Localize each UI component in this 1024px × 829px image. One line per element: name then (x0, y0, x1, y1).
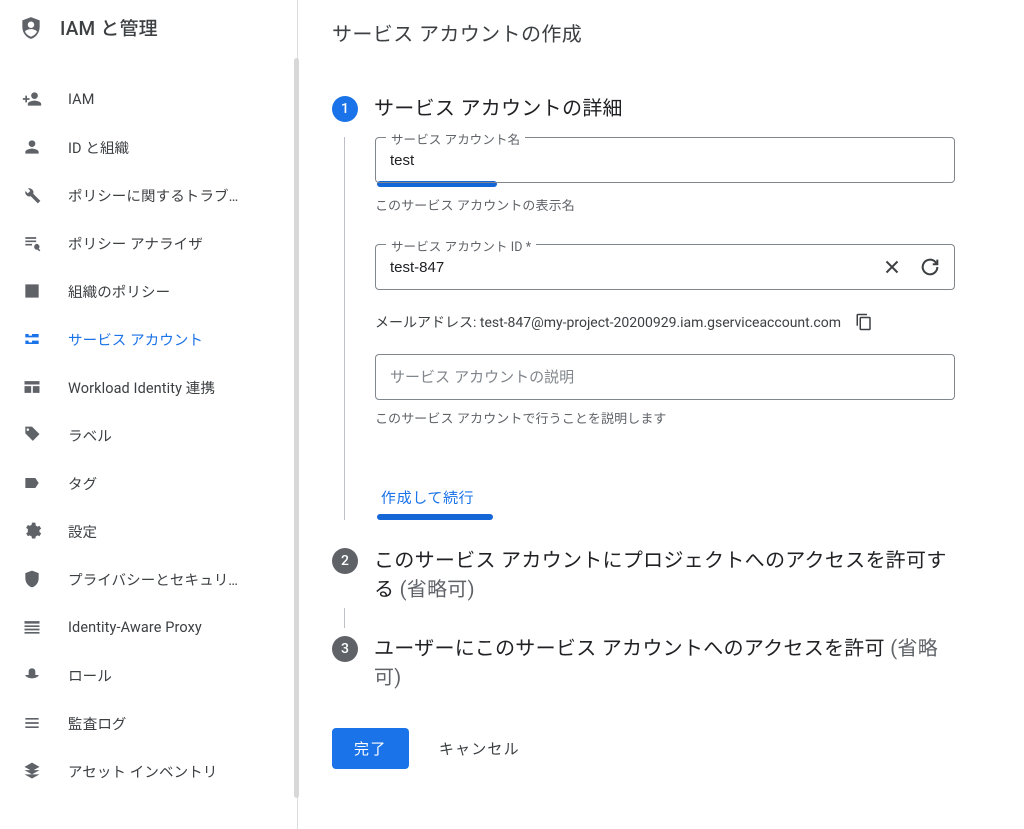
account-id-input-wrap[interactable]: サービス アカウント ID * (375, 244, 955, 290)
field-account-desc: このサービス アカウントで行うことを説明します (375, 354, 1024, 427)
tag-icon (20, 423, 44, 447)
field-account-id: サービス アカウント ID * メー (375, 244, 1024, 332)
account-name-label: サービス アカウント名 (386, 129, 525, 148)
step-3-badge: 3 (332, 636, 358, 662)
nav-label: 組織のポリシー (68, 281, 170, 302)
iam-shield-icon (18, 15, 44, 41)
list-icon (20, 711, 44, 735)
add-person-icon (20, 87, 44, 111)
shield-icon (20, 567, 44, 591)
person-icon (20, 135, 44, 159)
nav-item-privacy-security[interactable]: プライバシーとセキュリ… (0, 555, 297, 603)
main: サービス アカウントの作成 1 サービス アカウントの詳細 サービス アカウント… (298, 0, 1024, 829)
sidebar-scrollbar[interactable] (294, 58, 299, 798)
account-id-actions (880, 255, 942, 279)
refresh-icon[interactable] (918, 255, 942, 279)
nav-label: ラベル (68, 425, 112, 446)
account-name-input[interactable] (388, 151, 942, 170)
create-continue-button[interactable]: 作成して続行 (377, 479, 478, 516)
nav-item-identity-org[interactable]: ID と組織 (0, 123, 297, 171)
step-1-header: 1 サービス アカウントの詳細 (332, 94, 1024, 123)
nav-label: プライバシーとセキュリ… (68, 569, 238, 590)
nav-item-org-policy[interactable]: 組織のポリシー (0, 267, 297, 315)
clear-icon[interactable] (880, 255, 904, 279)
nav-label: ポリシー アナライザ (68, 233, 203, 254)
gear-icon (20, 519, 44, 543)
nav-label: サービス アカウント (68, 329, 203, 350)
nav-label: ID と組織 (68, 137, 129, 158)
account-name-helper: このサービス アカウントの表示名 (375, 195, 1024, 214)
service-account-icon (20, 327, 44, 351)
nav-item-tags[interactable]: タグ (0, 459, 297, 507)
account-desc-input-wrap[interactable] (375, 354, 955, 400)
bookmark-tag-icon (20, 471, 44, 495)
account-id-input[interactable] (388, 258, 872, 277)
nav-label: Workload Identity 連携 (68, 377, 215, 398)
page-title: サービス アカウントの作成 (298, 0, 1024, 66)
nav-label: アセット インベントリ (68, 761, 217, 782)
product-title-row: IAM と管理 (0, 0, 297, 59)
form-actions: 完了 キャンセル (332, 728, 1024, 769)
step-1-content: サービス アカウント名 このサービス アカウントの表示名 サービス アカウント … (344, 137, 1024, 520)
sidebar: IAM と管理 IAM ID と組織 ポリシーに関するトラブ… (0, 0, 298, 829)
nav-item-labels[interactable]: ラベル (0, 411, 297, 459)
document-icon (20, 279, 44, 303)
main-body: 1 サービス アカウントの詳細 サービス アカウント名 このサービス アカウント… (298, 66, 1024, 829)
step-connector (344, 608, 1024, 628)
step-1-badge: 1 (332, 96, 358, 122)
account-name-input-wrap[interactable]: サービス アカウント名 (375, 137, 955, 183)
email-value: test-847@my-project-20200929.iam.gservic… (480, 315, 841, 331)
nav-item-policy-analyzer[interactable]: ポリシー アナライザ (0, 219, 297, 267)
nav-item-policy-trouble[interactable]: ポリシーに関するトラブ… (0, 171, 297, 219)
step-3-title: ユーザーにこのサービス アカウントへのアクセスを許可 (省略可) (374, 634, 954, 692)
wrench-icon (20, 183, 44, 207)
cancel-button[interactable]: キャンセル (433, 737, 526, 760)
email-row: メールアドレス: test-847@my-project-20200929.ia… (375, 312, 1024, 332)
nav-item-roles[interactable]: ロール (0, 651, 297, 699)
iap-icon (20, 615, 44, 639)
nav-item-iap[interactable]: Identity-Aware Proxy (0, 603, 297, 651)
nav-item-audit-logs[interactable]: 監査ログ (0, 699, 297, 747)
nav-label: ロール (68, 665, 112, 686)
step-2-title: このサービス アカウントにプロジェクトへのアクセスを許可する (省略可) (374, 546, 954, 604)
nav-label: Identity-Aware Proxy (68, 619, 202, 636)
account-id-label: サービス アカウント ID * (386, 236, 536, 255)
account-desc-input[interactable] (388, 368, 942, 387)
field-account-name: サービス アカウント名 このサービス アカウントの表示名 (375, 137, 1024, 214)
step-2-optional: (省略可) (400, 577, 475, 601)
email-prefix: メールアドレス: (375, 315, 480, 331)
account-desc-helper: このサービス アカウントで行うことを説明します (375, 408, 1024, 427)
nav-item-settings[interactable]: 設定 (0, 507, 297, 555)
step-3-title-text: ユーザーにこのサービス アカウントへのアクセスを許可 (374, 636, 890, 660)
nav-label: IAM (68, 91, 95, 108)
nav-label: 設定 (68, 521, 97, 542)
nav-label: 監査ログ (68, 713, 126, 734)
nav-item-workload-identity[interactable]: Workload Identity 連携 (0, 363, 297, 411)
inventory-icon (20, 759, 44, 783)
copy-icon[interactable] (855, 313, 873, 331)
federation-icon (20, 375, 44, 399)
step-1-title: サービス アカウントの詳細 (374, 94, 623, 123)
nav-label: ポリシーに関するトラブ… (68, 185, 238, 206)
nav-item-iam[interactable]: IAM (0, 75, 297, 123)
done-button[interactable]: 完了 (332, 728, 409, 769)
step-3-header[interactable]: 3 ユーザーにこのサービス アカウントへのアクセスを許可 (省略可) (332, 634, 1024, 692)
create-continue-block: 作成して続行 (377, 479, 1024, 520)
hat-icon (20, 663, 44, 687)
nav-item-service-accounts[interactable]: サービス アカウント (0, 315, 297, 363)
nav-item-asset-inventory[interactable]: アセット インベントリ (0, 747, 297, 795)
step-2-badge: 2 (332, 548, 358, 574)
product-title: IAM と管理 (60, 14, 158, 41)
nav-label: タグ (68, 473, 97, 494)
nav: IAM ID と組織 ポリシーに関するトラブ… ポリシー アナライザ (0, 59, 297, 795)
list-search-icon (20, 231, 44, 255)
step-2-header[interactable]: 2 このサービス アカウントにプロジェクトへのアクセスを許可する (省略可) (332, 546, 1024, 604)
